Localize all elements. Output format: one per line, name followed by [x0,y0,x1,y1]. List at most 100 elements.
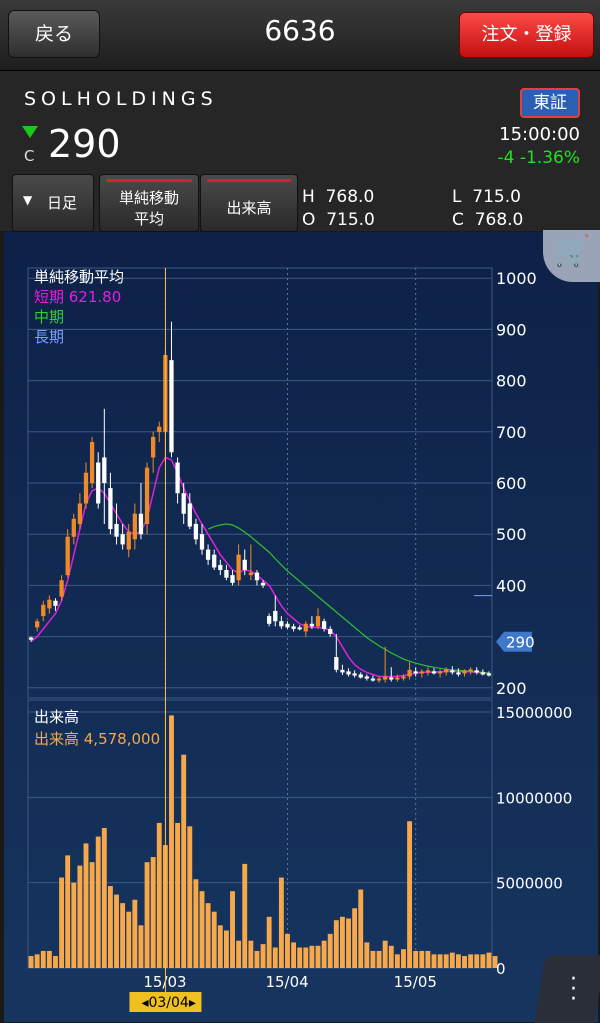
volume-bar [223,930,229,968]
volume-bar [169,715,174,968]
close-marker: C [24,147,35,165]
volume-bar [59,877,65,968]
cursor-date-label: ◂03/04▸ [141,995,195,1011]
sma-label-line2: 平均 [133,210,164,228]
market-badge: 東証 [520,88,580,118]
volume-bar [120,903,126,968]
volume-bar [199,891,205,968]
volume-bar [480,954,486,968]
volume-bar [401,949,406,968]
candle-body [315,616,321,627]
volume-bar [126,911,132,968]
stock-chart[interactable]: 1000 900 800 700 600 500 400 200 15000000 1000000… [4,232,598,1022]
candle-body [437,671,443,674]
candle-body [138,513,144,535]
cart-icon: 🛒 [553,234,591,269]
price-axis-label: 200 [496,679,527,698]
volume-bar [352,908,358,968]
candle-body [169,360,174,453]
candle-body [157,426,162,432]
ohlc-open: O 715.0 [302,210,375,230]
price-time: 15:00:00 [499,124,580,145]
candle-body [102,457,107,483]
volume-bar [217,925,223,968]
candle-body [340,669,345,673]
volume-bar [28,956,34,968]
volume-bar [260,944,266,968]
candle-body [321,621,327,629]
candle-body [401,676,406,679]
candle-body [462,670,467,674]
volume-bar [346,918,351,968]
volume-bar [34,954,40,968]
candle-body [486,673,492,676]
candle-body [242,559,247,571]
candle-body [47,599,52,609]
current-price: 290 [48,122,121,166]
volume-bar [382,940,388,968]
candle-body [279,621,284,627]
candle-body [120,534,125,545]
volume-bar [144,862,150,968]
volume-bar [211,911,217,968]
chevron-down-icon: ▼ [23,193,33,207]
active-indicator [207,179,291,182]
price-axis-label: 900 [496,320,527,339]
volume-bar [394,954,400,968]
volume-bar [193,879,199,968]
volume-axis-label: 10000000 [496,789,572,807]
candle-body [181,493,186,514]
volume-bar [333,920,339,968]
candle-body [224,570,229,578]
sma-toggle-button[interactable]: 単純移動 平均 [99,174,199,232]
order-register-button[interactable]: 注文・登録 [459,12,594,58]
company-name: SOLHOLDINGS [24,88,218,110]
volume-bar [272,947,278,968]
volume-bar [437,954,443,968]
volume-bar [388,945,394,968]
volume-bar [156,822,162,968]
candle-body [407,669,412,677]
candle-body [144,467,150,524]
volume-bar [413,950,419,968]
volume-bar [107,886,113,968]
volume-bar [425,950,431,968]
volume-bar [358,889,364,968]
candle-body [59,580,64,597]
volume-bar [181,754,187,968]
period-dropdown[interactable]: ▼ 日足 [12,174,94,232]
price-axis-label: 1000 [496,269,537,288]
candle-body [413,671,418,674]
volume-bar [248,940,254,968]
candle-body [364,676,369,679]
candle-body [96,462,101,504]
candle-body [126,531,131,550]
volume-legend-title: 出来高 [34,708,79,726]
volume-bar [65,855,71,968]
candle-body [297,627,302,630]
legend-short: 短期 621.80 [34,288,121,306]
candle-body [187,503,192,527]
menu-button[interactable] [534,955,600,1023]
volume-toggle-button[interactable]: 出来高 [200,174,298,232]
volume-toggle-label: 出来高 [226,199,272,217]
volume-bar [309,945,315,968]
volume-bar [95,836,101,968]
back-button[interactable]: 戻る [8,10,100,58]
candle-body [230,575,235,583]
price-axis-label: 600 [496,474,527,493]
candle-body [175,462,180,494]
volume-bar [40,950,46,968]
candle-body [328,628,333,635]
candle-body [285,623,290,628]
legend-mid: 中期 [34,308,64,326]
candle-body [260,582,266,586]
volume-bar [376,950,382,968]
candle-body [273,610,278,622]
volume-bar [278,877,284,968]
volume-bar [77,865,83,968]
volume-bar [303,947,309,968]
volume-bar [321,940,327,968]
volume-axis-label: 0 [496,960,506,978]
current-price-tag-label: 290 [506,634,535,652]
